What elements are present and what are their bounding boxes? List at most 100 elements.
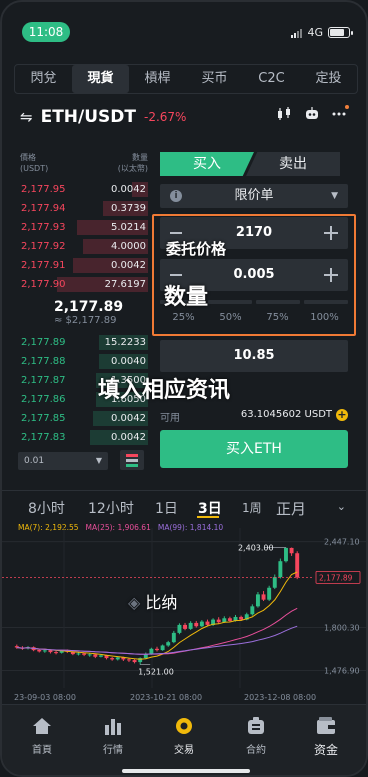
x-tick-label: 2023-10-21 08:00	[130, 693, 202, 702]
tab-convert[interactable]: 閃兌	[15, 65, 72, 93]
price-unit: (USDT)	[20, 164, 49, 173]
candle-body	[295, 553, 300, 578]
price-header: 價格	[20, 153, 36, 162]
chevron-down-icon: ▼	[331, 191, 338, 201]
candle-body	[93, 654, 98, 657]
ask-row[interactable]: 2,177.91 0.0042	[18, 257, 148, 274]
robot-icon[interactable]	[304, 106, 320, 126]
status-time: 11:08	[22, 22, 70, 42]
row-qty: 0.0042	[111, 260, 146, 271]
y-tick-label: 2,447.10	[324, 538, 360, 547]
candle-body	[155, 648, 159, 651]
nav-futures[interactable]: 合約	[226, 717, 286, 756]
buy-eth-button[interactable]: 买入ETH	[160, 430, 348, 468]
battery-icon	[328, 27, 353, 38]
candlestick-icon[interactable]	[276, 106, 292, 126]
sell-tab[interactable]: 卖出	[246, 152, 340, 176]
tab-buy-crypto[interactable]: 买币	[186, 65, 243, 93]
ask-row[interactable]: 2,177.90 27.6197	[18, 276, 148, 293]
high-label: 2,403.00	[238, 544, 274, 553]
interval-1w[interactable]: 1周	[242, 499, 262, 516]
add-funds-icon[interactable]: +	[336, 409, 348, 421]
row-price: 2,177.86	[21, 394, 66, 405]
trade-icon	[174, 717, 194, 735]
candle-body	[82, 653, 87, 655]
nav-home[interactable]: 首頁	[12, 717, 72, 756]
bid-row[interactable]: 2,177.88 0.0040	[18, 353, 148, 370]
candle-body	[37, 649, 42, 652]
chevron-down-icon: ▼	[95, 456, 102, 465]
y-tick-label: 1,800.30	[324, 624, 360, 633]
tab-c2c[interactable]: C2C	[243, 65, 300, 93]
mid-price-usd: ≈ $2,177.89	[54, 315, 117, 326]
order-type-select[interactable]: i 限价单 ▼	[160, 184, 348, 208]
buy-tab[interactable]: 买入	[160, 152, 254, 176]
interval-12h[interactable]: 12小时	[88, 498, 134, 518]
tab-margin[interactable]: 槓桿	[129, 65, 186, 93]
depth-select-value: 0.01	[24, 456, 45, 466]
available-label: 可用	[160, 413, 180, 424]
row-qty: 0.0040	[111, 356, 146, 367]
candle-body	[267, 587, 272, 600]
header-icons	[276, 105, 349, 126]
candle-body	[87, 654, 92, 656]
interval-8h[interactable]: 8小时	[28, 498, 65, 518]
orderbook-view-icon[interactable]	[120, 450, 144, 470]
nav-markets[interactable]: 行情	[83, 717, 143, 756]
ask-row[interactable]: 2,177.95 0.0042	[18, 181, 148, 198]
chevron-down-icon[interactable]: ⌄	[337, 500, 346, 513]
candlestick-chart[interactable]: 2,447.10 1,800.30 1,476.90 2,403.00 1,521.00…	[2, 528, 368, 703]
ask-row[interactable]: 2,177.93 5.0214	[18, 219, 148, 236]
bid-row[interactable]: 2,177.83 0.0042	[18, 429, 148, 446]
ask-row[interactable]: 2,177.92 4.0000	[18, 238, 148, 255]
nav-wallet[interactable]: 资金	[296, 717, 356, 758]
qty-unit: (以太幣)	[117, 164, 148, 173]
row-qty: 0.0042	[111, 432, 146, 443]
phone-screen: 11:08 4G 閃兌 現貨 槓桿 买币 C2C 定投 ⇋ ETH/USDT -…	[0, 0, 368, 777]
row-qty: 0.3739	[111, 203, 146, 214]
candle-body	[222, 618, 227, 623]
pair-header[interactable]: ⇋ ETH/USDT -2.67%	[20, 106, 186, 128]
candle-body	[284, 547, 288, 562]
candle-body	[160, 645, 165, 651]
order-type-label: 限价单	[234, 188, 274, 203]
buy-sell-toggle: 买入 卖出	[160, 152, 348, 176]
annotation-qty-label: 数量	[164, 285, 209, 310]
pair-name[interactable]: ETH/USDT	[41, 107, 136, 127]
candle-body	[227, 618, 232, 621]
mid-price[interactable]: 2,177.89	[54, 299, 123, 315]
nav-trade[interactable]: 交易	[154, 717, 214, 756]
candle-body	[110, 658, 115, 660]
candle-body	[126, 659, 131, 661]
nav-wallet-label: 资金	[313, 743, 338, 757]
binance-logo-icon: ◈	[128, 593, 141, 612]
interval-1m[interactable]: 正月	[276, 498, 306, 519]
more-icon[interactable]	[332, 105, 349, 125]
info-icon[interactable]: i	[170, 190, 182, 202]
pair-switch-icon[interactable]: ⇋	[20, 108, 33, 126]
tab-auto-invest[interactable]: 定投	[300, 65, 357, 93]
row-qty: 27.6197	[104, 279, 146, 290]
candle-body	[289, 547, 294, 554]
tab-spot[interactable]: 現貨	[72, 65, 129, 93]
candle-body	[76, 653, 81, 655]
row-qty: 15.2233	[104, 337, 146, 348]
interval-1d[interactable]: 1日	[155, 498, 178, 518]
candle-body	[149, 648, 154, 655]
row-price: 2,177.93	[21, 222, 66, 233]
row-price: 2,177.88	[21, 356, 66, 367]
total-field[interactable]: 10.85	[160, 340, 348, 372]
ask-row[interactable]: 2,177.94 0.3739	[18, 200, 148, 217]
nav-markets-label: 行情	[103, 745, 123, 756]
depth-select[interactable]: 0.01 ▼	[18, 452, 108, 470]
total-value[interactable]: 10.85	[160, 340, 348, 372]
bid-row[interactable]: 2,177.85 0.0042	[18, 410, 148, 427]
candle-body	[183, 624, 188, 629]
bid-row[interactable]: 2,177.89 15.2233	[18, 334, 148, 351]
last-price-label: 2,177.89	[319, 573, 353, 582]
watermark-label: ◈ 比纳	[128, 589, 177, 613]
interval-3d[interactable]: 3日	[198, 498, 222, 518]
candle-body	[115, 657, 120, 660]
row-price: 2,177.83	[21, 432, 66, 443]
candle-body	[48, 650, 53, 653]
